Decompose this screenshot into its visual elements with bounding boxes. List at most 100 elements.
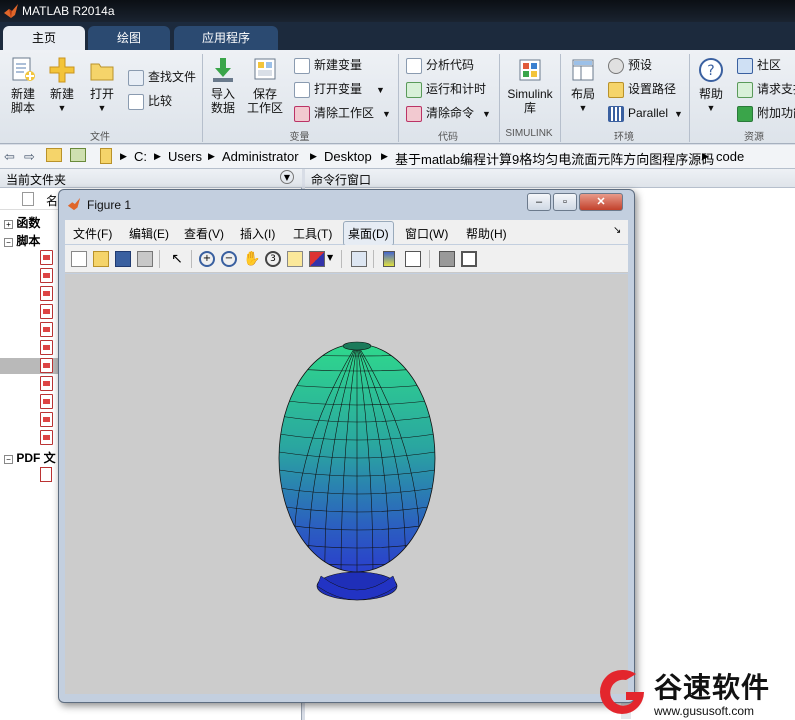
close-button[interactable]: ✕ (579, 193, 623, 211)
preferences-button[interactable]: 预设 (608, 56, 652, 74)
new-variable-button[interactable]: 新建变量 (294, 56, 362, 74)
new-script-icon (12, 57, 35, 81)
save-icon[interactable] (115, 251, 131, 267)
group-resources-label: 资源 (744, 132, 764, 143)
m-file-icon[interactable] (40, 394, 53, 409)
path-segment[interactable]: Users (168, 149, 202, 164)
open-file-icon[interactable] (93, 251, 109, 267)
path-segment[interactable]: C: (134, 149, 147, 164)
m-file-icon[interactable] (40, 430, 53, 445)
help-icon: ? (699, 58, 723, 82)
m-file-icon[interactable] (40, 286, 53, 301)
m-file-icon[interactable] (40, 268, 53, 283)
m-file-icon[interactable] (40, 322, 53, 337)
tree-pdf[interactable]: − PDF 文 (4, 449, 56, 466)
menu-edit[interactable]: 编辑(E) (129, 225, 169, 242)
rotate-3d-icon[interactable]: 3 (265, 251, 281, 267)
link-plot-icon[interactable] (351, 251, 367, 267)
menu-insert[interactable]: 插入(I) (240, 225, 275, 242)
path-segment[interactable]: code (716, 149, 744, 164)
open-variable-button[interactable]: 打开变量 ▼ (294, 80, 385, 98)
figure-titlebar[interactable]: Figure 1 – ▫ ✕ (59, 190, 634, 218)
pointer-icon[interactable]: ↖ (169, 251, 185, 267)
zoom-out-icon[interactable]: − (221, 251, 237, 267)
menu-desktop[interactable]: 桌面(D) (343, 221, 394, 246)
path-segment[interactable]: Administrator (222, 149, 299, 164)
parallel-button[interactable]: Parallel ▼ (608, 104, 683, 122)
menu-tools[interactable]: 工具(T) (293, 225, 332, 242)
hide-plot-tools-icon[interactable] (439, 251, 455, 267)
figure-window[interactable]: Figure 1 – ▫ ✕ 文件(F) 编辑(E) 查看(V) 插入(I) 工… (58, 189, 635, 703)
panel-menu-icon[interactable]: ▼ (280, 170, 294, 184)
path-segment[interactable]: Desktop (324, 149, 372, 164)
layout-button[interactable]: 布局 ▼ (566, 56, 600, 115)
menu-help[interactable]: 帮助(H) (466, 225, 507, 242)
m-file-icon[interactable] (40, 376, 53, 391)
m-file-icon[interactable] (40, 250, 53, 265)
plus-icon (49, 57, 75, 83)
path-segment[interactable]: 基于matlab编程计算9格均匀电流面元阵方向图程序源码 (395, 149, 714, 168)
pan-hand-icon[interactable]: ✋ (243, 251, 260, 267)
legend-icon[interactable] (405, 251, 421, 267)
analyze-code-button[interactable]: 分析代码 (406, 56, 474, 74)
save-workspace-button[interactable]: 保存 工作区 (246, 56, 284, 115)
request-support-button[interactable]: 请求支持 (737, 80, 795, 98)
brush-icon[interactable] (309, 251, 325, 267)
menu-window[interactable]: 窗口(W) (405, 225, 448, 242)
find-files-label: 查找文件 (148, 70, 197, 84)
analyze-code-label: 分析代码 (426, 58, 475, 72)
back-arrow-icon[interactable]: ⇦ (4, 149, 15, 165)
menu-file[interactable]: 文件(F) (73, 225, 112, 242)
minimize-button[interactable]: – (527, 193, 551, 211)
dock-arrow-icon[interactable]: ↘ (613, 225, 621, 236)
column-name-header[interactable]: 名 (46, 192, 58, 209)
new-figure-icon[interactable] (71, 251, 87, 267)
clear-commands-button[interactable]: 清除命令 ▼ (406, 104, 491, 122)
tab-plots[interactable]: 绘图 (88, 26, 170, 50)
open-button[interactable]: 打开 ▼ (86, 56, 118, 115)
find-files-button[interactable]: 查找文件 (128, 68, 196, 86)
colorbar-icon[interactable] (383, 251, 395, 267)
collapse-icon[interactable]: − (4, 455, 13, 464)
addons-button[interactable]: 附加功能 (737, 104, 795, 122)
print-icon[interactable] (137, 251, 153, 267)
tab-apps[interactable]: 应用程序 (174, 26, 278, 50)
path-separator-icon: ▶ (208, 151, 215, 161)
m-file-icon[interactable] (40, 304, 53, 319)
collapse-icon[interactable]: − (4, 238, 13, 247)
path-separator-icon: ▶ (702, 151, 709, 161)
m-file-icon[interactable] (40, 358, 53, 373)
tab-home[interactable]: 主页 (3, 26, 85, 50)
zoom-in-icon[interactable]: + (199, 251, 215, 267)
clear-workspace-button[interactable]: 清除工作区 ▼ (294, 104, 391, 122)
set-path-button[interactable]: 设置路径 (608, 80, 676, 98)
maximize-button[interactable]: ▫ (553, 193, 577, 211)
expand-icon[interactable]: + (4, 220, 13, 229)
compare-button[interactable]: 比较 (128, 92, 172, 110)
up-folder-icon[interactable] (46, 148, 62, 162)
simulink-library-button[interactable]: Simulink 库 (504, 56, 556, 115)
community-button[interactable]: 社区 (737, 56, 781, 74)
figure-canvas[interactable] (65, 274, 628, 694)
show-plot-tools-icon[interactable] (461, 251, 477, 267)
compare-icon (128, 93, 144, 110)
save-ws-label-1: 保存 (252, 87, 277, 101)
m-file-icon[interactable] (40, 340, 53, 355)
forward-arrow-icon[interactable]: ⇨ (24, 149, 35, 165)
set-path-label: 设置路径 (628, 82, 677, 96)
chevron-down-icon[interactable]: ▼ (327, 253, 333, 262)
import-data-button[interactable]: 导入 数据 (206, 56, 240, 115)
browse-folder-icon[interactable] (70, 148, 86, 162)
help-button[interactable]: ? 帮助 ▼ (694, 56, 728, 115)
path-separator-icon: ▶ (120, 151, 127, 161)
menu-view[interactable]: 查看(V) (184, 225, 224, 242)
new-button[interactable]: 新建 ▼ (46, 56, 78, 115)
tree-scripts[interactable]: − 脚本 (4, 232, 40, 249)
run-and-time-button[interactable]: 运行和计时 (406, 80, 486, 98)
m-file-icon[interactable] (40, 412, 53, 427)
current-folder-address-bar[interactable]: ⇦ ⇨ ▶ C: ▶ Users ▶ Administrator ▶ Deskt… (0, 145, 795, 169)
data-cursor-icon[interactable] (287, 251, 303, 267)
new-script-button[interactable]: 新建 脚本 (6, 56, 40, 115)
tree-functions[interactable]: + 函数 (4, 214, 40, 231)
pdf-file-icon[interactable] (40, 467, 52, 482)
